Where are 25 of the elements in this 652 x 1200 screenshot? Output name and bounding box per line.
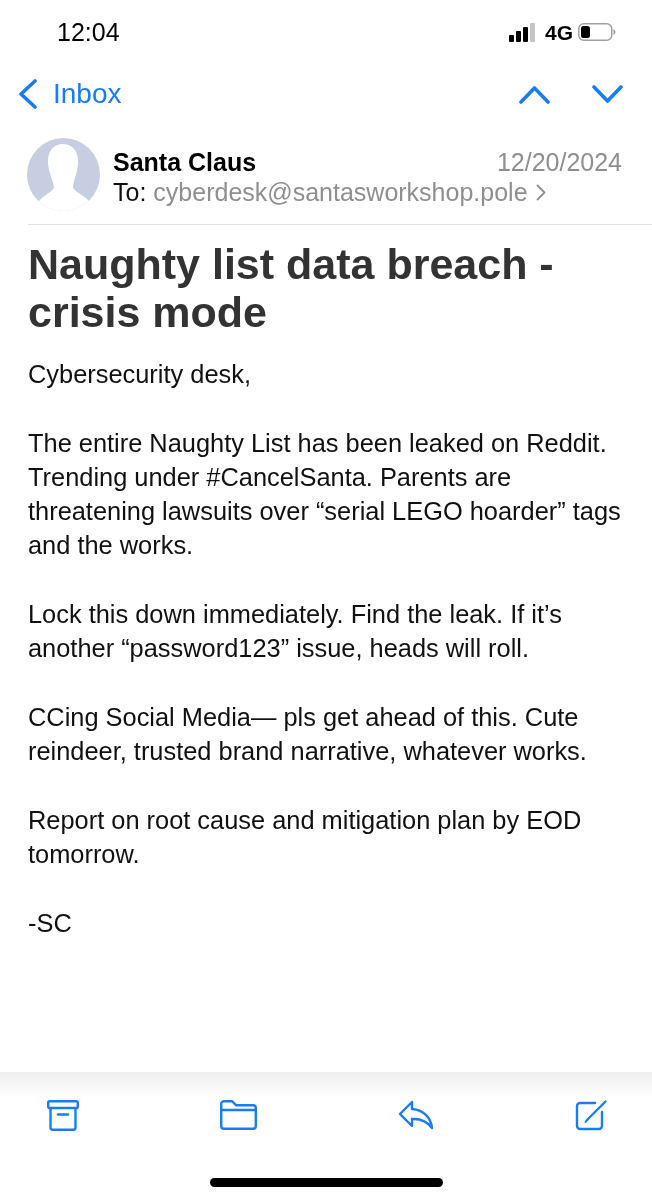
body-paragraph: -SC	[28, 907, 73, 939]
body-paragraph: The entire Naughty List has been leaked on Reddit. Trending under #CancelSanta. Parents are threatening lawsuits over “serial LEGO hoarder” tags and the works.	[28, 427, 622, 562]
email-subject: Naughty list data breach - crisis mode	[27, 240, 555, 336]
signal-icon	[509, 22, 536, 42]
archive-icon[interactable]	[47, 1099, 79, 1131]
message-date: 12/20/2024	[496, 147, 622, 177]
body-paragraph: Report on root cause and mitigation plan by EOD tomorrow.	[28, 804, 583, 871]
back-button[interactable]: Inbox	[18, 79, 122, 109]
compose-icon[interactable]	[575, 1099, 608, 1131]
body-paragraph: CCing Social Media— pls get ahead of this. Cute reindeer, trusted brand narrative, whatever works.	[28, 701, 588, 768]
chevron-down-icon[interactable]	[592, 84, 623, 104]
status-time: 12:04	[57, 19, 120, 45]
recipient-address: cyberdesk@santasworkshop.pole	[153, 177, 528, 207]
avatar-icon	[27, 138, 100, 211]
battery-icon	[578, 23, 616, 41]
chevron-left-icon	[18, 79, 38, 109]
body-paragraph: Lock this down immediately. Find the leak. If it’s another “password123” issue, heads will roll.	[28, 599, 563, 665]
reply-icon[interactable]	[398, 1100, 434, 1130]
chevron-up-icon[interactable]	[519, 84, 550, 104]
sender-name: Santa Claus	[113, 147, 257, 177]
to-label: To:	[113, 177, 147, 207]
body-paragraph: Cybersecurity desk,	[28, 359, 252, 390]
chevron-right-icon[interactable]	[535, 183, 546, 201]
folder-icon[interactable]	[220, 1100, 257, 1130]
network-label: 4G	[545, 21, 573, 43]
